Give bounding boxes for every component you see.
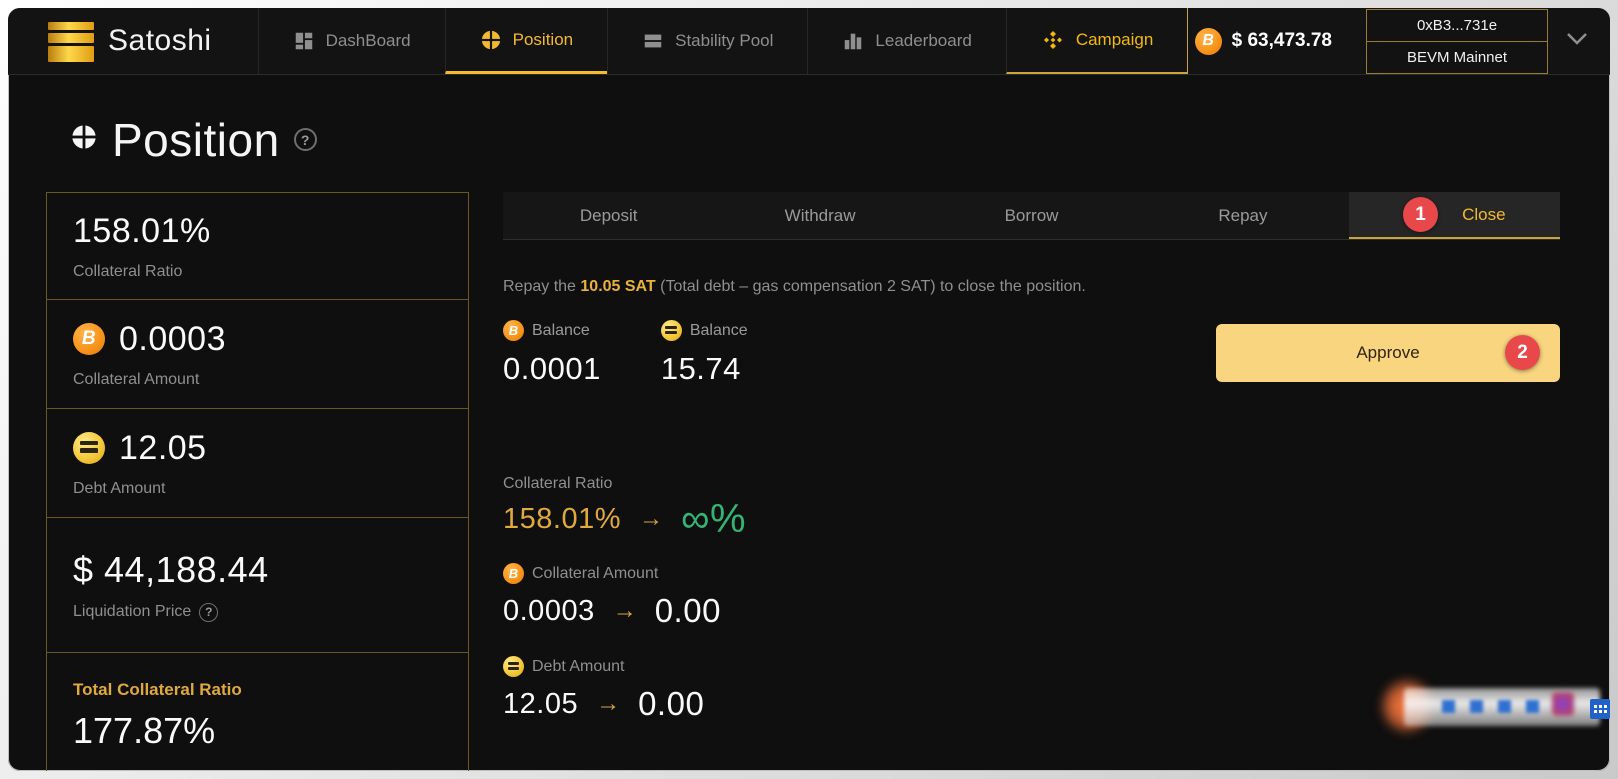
- stat-label: Liquidation Price: [73, 603, 191, 621]
- nav-item-label: Campaign: [1076, 30, 1154, 50]
- btc-icon: B: [73, 323, 105, 355]
- stat-value: $ 44,188.44: [73, 549, 442, 591]
- change-collateral-ratio: Collateral Ratio 158.01% → ∞%: [503, 475, 1560, 537]
- change-to-value: 0.00: [638, 685, 704, 723]
- leaderboard-icon: [842, 30, 864, 52]
- nav-item-label: Position: [513, 30, 573, 50]
- change-to-value: 0.00: [655, 592, 721, 630]
- dashboard-icon: [293, 30, 315, 52]
- satoshi-logo-icon: [48, 20, 94, 62]
- page-title: Position: [112, 113, 280, 167]
- repay-instruction: Repay the 10.05 SAT (Total debt – gas co…: [503, 278, 1560, 296]
- wallet-address[interactable]: 0xB3...731e: [1367, 10, 1547, 41]
- top-navbar: Satoshi DashBoard Position Stability Poo…: [8, 8, 1610, 75]
- arrow-right-icon: →: [639, 505, 663, 533]
- tab-withdraw[interactable]: Withdraw: [714, 192, 925, 239]
- change-from-value: 158.01%: [503, 503, 621, 536]
- change-from-value: 0.0003: [503, 595, 595, 628]
- tab-close[interactable]: 1 Close: [1349, 192, 1560, 239]
- btc-icon: B: [503, 563, 524, 584]
- change-to-value: ∞%: [681, 501, 746, 537]
- balance-label: Balance: [532, 322, 590, 340]
- change-collateral-amount: B Collateral Amount 0.0003 → 0.00: [503, 563, 1560, 630]
- approve-button-label: Approve: [1356, 343, 1419, 363]
- nav-item-label: Leaderboard: [875, 31, 971, 51]
- sat-balance: Balance 15.74: [661, 320, 748, 387]
- btc-icon: B: [1195, 28, 1222, 55]
- stat-value: 0.0003: [119, 320, 226, 359]
- balance-row: B Balance 0.0001 Balance 15.74 Approve 2: [503, 320, 1560, 387]
- btc-price-value: $ 63,473.78: [1232, 30, 1332, 52]
- change-label: Debt Amount: [532, 658, 625, 676]
- nav-item-leaderboard[interactable]: Leaderboard: [807, 8, 1005, 74]
- btc-icon: B: [503, 320, 524, 341]
- tab-label: Deposit: [580, 206, 638, 226]
- position-changes: Collateral Ratio 158.01% → ∞% B Collater…: [503, 475, 1560, 723]
- tab-label: Repay: [1218, 206, 1267, 226]
- arrow-right-icon: →: [596, 690, 620, 718]
- repay-note-prefix: Repay the: [503, 278, 580, 295]
- nav-item-position[interactable]: Position: [445, 8, 607, 74]
- change-label: Collateral Amount: [532, 565, 658, 583]
- position-icon: [480, 29, 502, 51]
- total-collateral-ratio-label: Total Collateral Ratio: [73, 680, 442, 700]
- arrow-right-icon: →: [613, 597, 637, 625]
- app-window: Satoshi DashBoard Position Stability Poo…: [8, 8, 1610, 771]
- nav-item-label: Stability Pool: [675, 31, 773, 51]
- nav-item-dashboard[interactable]: DashBoard: [258, 8, 445, 74]
- approve-button[interactable]: Approve 2: [1216, 324, 1560, 382]
- tab-label: Close: [1462, 205, 1505, 225]
- btc-balance: B Balance 0.0001: [503, 320, 601, 387]
- sat-icon: [73, 432, 105, 464]
- tab-repay[interactable]: Repay: [1137, 192, 1348, 239]
- brand-logo[interactable]: Satoshi: [8, 8, 258, 74]
- brand-name: Satoshi: [108, 24, 212, 58]
- annotation-badge-2: 2: [1505, 335, 1540, 370]
- balance-value: 0.0001: [503, 351, 601, 387]
- network-name[interactable]: BEVM Mainnet: [1367, 41, 1547, 73]
- page-help-icon[interactable]: ?: [294, 128, 317, 151]
- action-tabs: Deposit Withdraw Borrow Repay 1 Close: [503, 192, 1560, 240]
- sat-icon: [661, 320, 682, 341]
- stat-collateral-amount: B 0.0003 Collateral Amount: [46, 299, 469, 409]
- stat-label: Collateral Amount: [73, 371, 442, 389]
- chevron-down-icon[interactable]: [1548, 32, 1610, 51]
- stat-liquidation-price: $ 44,188.44 Liquidation Price ?: [46, 517, 469, 653]
- total-collateral-ratio-value: 177.87%: [73, 710, 442, 752]
- change-label: Collateral Ratio: [503, 475, 612, 493]
- nav-item-campaign[interactable]: Campaign: [1006, 8, 1189, 74]
- repay-amount: 10.05 SAT: [580, 278, 655, 295]
- nav-item-label: DashBoard: [326, 31, 411, 51]
- stat-collateral-ratio: 158.01% Collateral Ratio: [46, 192, 469, 300]
- stability-pool-icon: [642, 30, 664, 52]
- tab-borrow[interactable]: Borrow: [926, 192, 1137, 239]
- tab-label: Withdraw: [785, 206, 856, 226]
- position-title-icon: [70, 123, 98, 156]
- stat-debt-amount: 12.05 Debt Amount: [46, 408, 469, 518]
- stat-total-collateral-ratio: Total Collateral Ratio 177.87%: [46, 652, 469, 771]
- tab-label: Borrow: [1005, 206, 1059, 226]
- stat-label: Collateral Ratio: [73, 263, 442, 281]
- change-from-value: 12.05: [503, 688, 578, 721]
- tab-deposit[interactable]: Deposit: [503, 192, 714, 239]
- change-debt-amount: Debt Amount 12.05 → 0.00: [503, 656, 1560, 723]
- content-area: 158.01% Collateral Ratio B 0.0003 Collat…: [8, 192, 1610, 771]
- btc-price-indicator: B $ 63,473.78: [1195, 8, 1366, 74]
- stat-value: 12.05: [119, 429, 207, 468]
- liquidation-price-help-icon[interactable]: ?: [199, 603, 218, 622]
- annotation-badge-1: 1: [1403, 197, 1438, 232]
- balance-value: 15.74: [661, 351, 748, 387]
- page-header: Position ?: [8, 75, 1610, 192]
- position-action-panel: Deposit Withdraw Borrow Repay 1 Close Re…: [503, 192, 1560, 771]
- campaign-icon: [1041, 28, 1065, 52]
- repay-note-suffix: (Total debt – gas compensation 2 SAT) to…: [656, 278, 1086, 295]
- wallet-selector[interactable]: 0xB3...731e BEVM Mainnet: [1366, 9, 1548, 74]
- stat-label: Debt Amount: [73, 480, 442, 498]
- stat-value: 158.01%: [73, 212, 442, 251]
- sat-icon: [503, 656, 524, 677]
- balance-label: Balance: [690, 322, 748, 340]
- nav-item-stability-pool[interactable]: Stability Pool: [607, 8, 807, 74]
- position-stats-sidebar: 158.01% Collateral Ratio B 0.0003 Collat…: [46, 192, 469, 771]
